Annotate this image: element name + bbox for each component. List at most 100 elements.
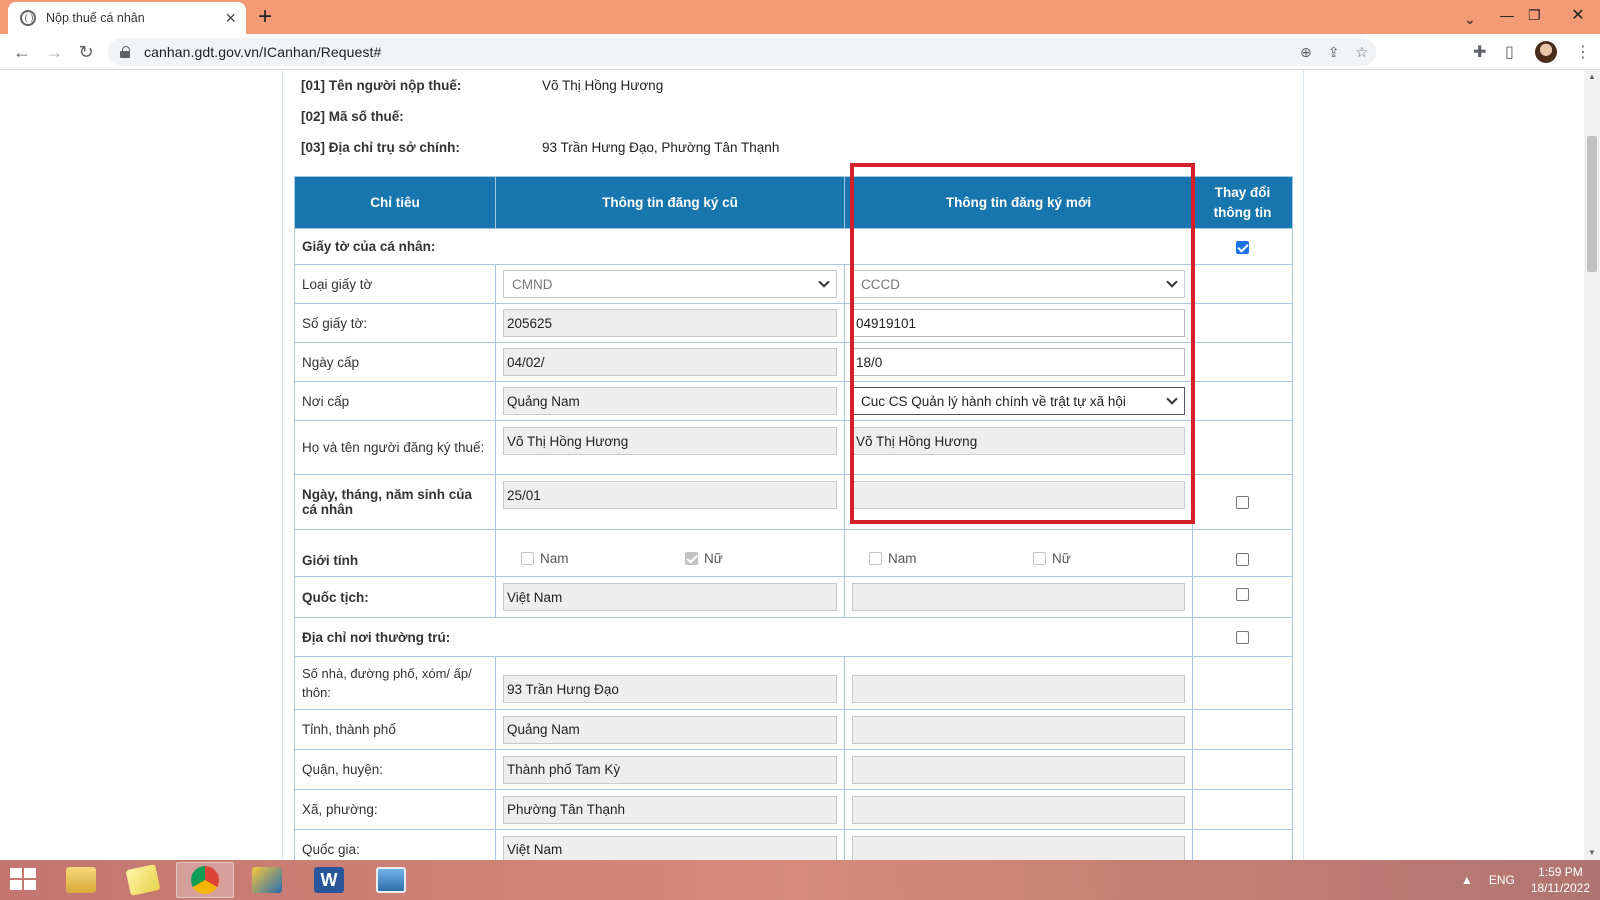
new-issue-place-value: Cuc CS Quản lý hành chính về trật tự xã … (861, 393, 1126, 409)
change-cell (1192, 342, 1293, 382)
new-birth-date-field[interactable] (852, 481, 1185, 509)
new-nationality-field[interactable] (852, 583, 1185, 611)
new-tab-button[interactable]: + (258, 4, 272, 30)
personal-docs-label: Giấy tờ của cá nhân: (294, 228, 1193, 265)
zoom-icon[interactable]: ⊕ (1300, 44, 1312, 61)
sticky-notes-taskbar-icon[interactable] (114, 862, 172, 898)
country-label: Quốc gia: (294, 829, 496, 860)
change-cell (1192, 656, 1293, 710)
old-gender-female-label: Nữ (704, 551, 723, 566)
new-cell (844, 709, 1193, 750)
table-row: Quốc tịch: Việt Nam (294, 576, 1293, 618)
puzzle-icon[interactable]: ✚ (1473, 42, 1486, 62)
old-province-field[interactable]: Quảng Nam (503, 715, 837, 744)
new-ward-field[interactable] (852, 795, 1185, 824)
minimize-button[interactable]: — (1500, 0, 1514, 30)
district-label: Quận, huyện: (294, 749, 496, 790)
old-country-field[interactable]: Việt Nam (503, 835, 837, 860)
chevron-down-icon[interactable]: ⌄ (1464, 4, 1476, 34)
table-row: Loại giấy tờ CMND CCCD (294, 264, 1293, 304)
url-text[interactable]: canhan.gdt.gov.vn/ICanhan/Request# (144, 44, 381, 60)
share-icon[interactable]: ⇪ (1328, 44, 1340, 61)
new-province-field[interactable] (852, 715, 1185, 744)
avatar[interactable] (1535, 41, 1557, 63)
system-tray: ▲ ENG 1:59 PM 18/11/2022 (1461, 860, 1590, 900)
file-explorer-taskbar-icon[interactable] (52, 862, 110, 898)
old-street-field[interactable]: 93 Trần Hưng Đạo (503, 675, 837, 703)
old-gender-male-checkbox[interactable] (521, 552, 534, 565)
old-nationality-field[interactable]: Việt Nam (503, 583, 837, 611)
new-gender-male-checkbox[interactable] (869, 552, 882, 565)
table-row: Xã, phường: Phường Tân Thạnh (294, 789, 1293, 830)
new-gender-female-label: Nữ (1052, 551, 1071, 566)
new-gender-female-option[interactable]: Nữ (1033, 551, 1071, 566)
new-country-field[interactable] (852, 835, 1185, 860)
lock-icon[interactable] (120, 46, 132, 58)
old-cell: Việt Nam (495, 829, 845, 860)
old-full-name-field[interactable]: Võ Thị Hồng Hương (503, 427, 837, 455)
old-district-field[interactable]: Thành phố Tam Kỳ (503, 755, 837, 784)
new-gender-male-option[interactable]: Nam (869, 551, 917, 566)
clock[interactable]: 1:59 PM 18/11/2022 (1531, 864, 1590, 896)
close-icon[interactable]: × (225, 9, 236, 27)
browser-tab[interactable]: Nộp thuế cá nhân × (8, 2, 246, 34)
personal-docs-change-checkbox[interactable] (1236, 240, 1249, 254)
old-gender-male-option[interactable]: Nam (521, 551, 569, 566)
show-hidden-icons-icon[interactable]: ▲ (1461, 873, 1473, 887)
gender-change-checkbox[interactable] (1236, 553, 1249, 567)
address-bar[interactable]: canhan.gdt.gov.vn/ICanhan/Request# ⊕ ⇪ ☆ (108, 38, 1376, 66)
new-doc-number-field[interactable]: 04919101 (852, 309, 1185, 337)
star-icon[interactable]: ☆ (1355, 44, 1368, 61)
new-issue-place-select[interactable]: Cuc CS Quản lý hành chính về trật tự xã … (852, 387, 1185, 415)
page-scrollbar[interactable]: ▲ ▼ (1584, 70, 1600, 860)
language-indicator[interactable]: ENG (1489, 873, 1515, 887)
doc-type-label: Loại giấy tờ (294, 264, 496, 304)
old-doc-type-select[interactable]: CMND (503, 270, 837, 298)
tab-strip: Nộp thuế cá nhân × + ⌄ — ❐ ✕ (0, 0, 1600, 34)
issue-place-label: Nơi cấp (294, 381, 496, 421)
birth-date-change-checkbox[interactable] (1236, 496, 1249, 510)
window-close-button[interactable]: ✕ (1556, 0, 1600, 30)
old-ward-field[interactable]: Phường Tân Thạnh (503, 795, 837, 824)
old-gender-female-option[interactable]: Nữ (685, 551, 723, 566)
taxpayer-name-value: Võ Thị Hồng Hương (542, 78, 664, 93)
new-doc-type-select[interactable]: CCCD (852, 270, 1185, 298)
new-cell: Võ Thị Hồng Hương (844, 420, 1193, 475)
page-viewport: [01] Tên người nộp thuế: Võ Thị Hồng Hươ… (0, 70, 1584, 860)
onenote-taskbar-icon[interactable] (238, 862, 296, 898)
photos-taskbar-icon[interactable] (362, 862, 420, 898)
old-doc-type-value: CMND (512, 276, 553, 292)
kebab-menu-icon[interactable]: ⋮ (1575, 42, 1591, 62)
change-cell (1192, 228, 1293, 265)
windows-start-button[interactable] (10, 868, 40, 892)
old-issue-place-field[interactable]: Quảng Nam (503, 387, 837, 415)
new-gender-male-label: Nam (888, 551, 917, 566)
back-arrow-icon[interactable]: ← (10, 40, 34, 64)
chrome-taskbar-icon[interactable] (176, 862, 234, 898)
new-issue-date-field[interactable]: 18/0 (852, 348, 1185, 376)
scroll-down-arrow-icon[interactable]: ▼ (1584, 846, 1600, 860)
old-cell: Thành phố Tam Kỳ (495, 749, 845, 790)
scroll-up-arrow-icon[interactable]: ▲ (1584, 70, 1600, 84)
new-gender-female-checkbox[interactable] (1033, 552, 1046, 565)
scrollbar-thumb[interactable] (1587, 136, 1597, 272)
side-panel-icon[interactable]: ▯ (1505, 42, 1514, 62)
reload-icon[interactable]: ↻ (74, 40, 98, 64)
new-full-name-field[interactable]: Võ Thị Hồng Hương (852, 427, 1185, 455)
forward-arrow-icon[interactable]: → (42, 40, 66, 64)
nationality-change-checkbox[interactable] (1236, 587, 1249, 601)
old-birth-date-field[interactable]: 25/01 (503, 481, 837, 509)
word-taskbar-icon[interactable]: W (300, 862, 358, 898)
new-cell: Nam Nữ (844, 529, 1193, 577)
new-cell (844, 789, 1193, 830)
residence-change-checkbox[interactable] (1236, 631, 1249, 645)
restore-button[interactable]: ❐ (1528, 0, 1541, 30)
old-issue-date-field[interactable]: 04/02/ (503, 348, 837, 376)
table-header-row: Chỉ tiêu Thông tin đăng ký cũ Thông tin … (294, 176, 1293, 229)
old-doc-number-field[interactable]: 205625 (503, 309, 837, 337)
new-street-field[interactable] (852, 675, 1185, 703)
change-cell (1192, 749, 1293, 790)
new-district-field[interactable] (852, 755, 1185, 784)
old-gender-female-checkbox[interactable] (685, 552, 698, 565)
old-cell: 04/02/ (495, 342, 845, 382)
